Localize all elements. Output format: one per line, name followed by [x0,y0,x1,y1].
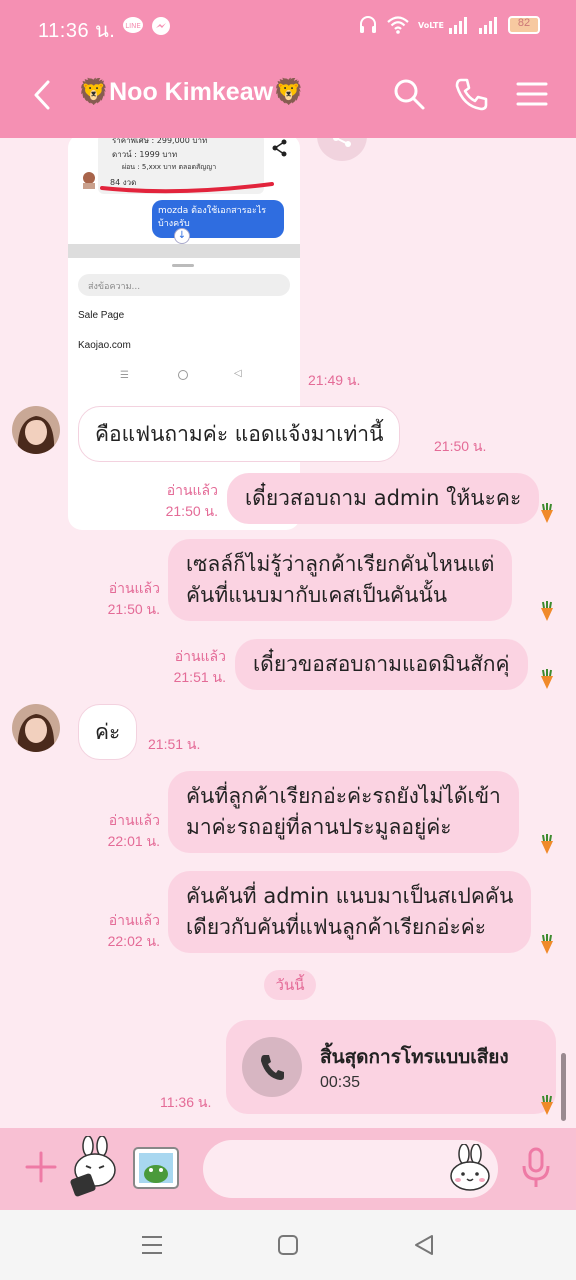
svg-text:LINE: LINE [125,22,141,30]
call-duration: 00:35 [320,1074,361,1091]
message-timestamp: 21:51 น. [173,669,226,685]
scrollbar[interactable] [561,1053,566,1121]
read-receipt: อ่านแล้ว 21:50 น. [150,480,218,522]
voice-call-ended-card[interactable]: สิ้นสุดการโทรแบบเสียง 00:35 [226,1020,556,1114]
carrot-sticker-icon [541,934,553,954]
outgoing-message-bubble[interactable]: เดี๋ยวขอสอบถามแอดมินสักคุ่ [235,639,528,690]
home-icon[interactable] [274,1232,302,1258]
share-button-icon[interactable] [316,138,368,162]
image-avatar-icon [83,172,95,189]
message-timestamp: 22:02 น. [107,933,160,949]
message-timestamp: 21:51 น. [148,736,201,752]
chat-header: 🦁Noo Kimkeaw🦁 [0,52,576,138]
read-receipt: อ่านแล้ว 21:51 น. [158,646,226,688]
volte-indicator: VoLTE [418,20,444,30]
incoming-message-bubble[interactable]: คือแฟนถามค่ะ แอดแจ้งมาเท่านี้ [78,406,401,462]
message-line: คันที่ลูกค้าเรียกอ่ะค่ะรถยังไม่ได้เข้า [186,784,501,808]
line-app-notification-icon: LINE [123,17,143,33]
message-timestamp: 21:50 น. [165,503,218,519]
image-menu-kaojao: Kaojao.com [78,340,131,351]
search-icon[interactable] [391,76,427,112]
message-timestamp: 21:50 น. [434,438,487,454]
headphones-icon [360,16,376,33]
read-receipt: อ่านแล้ว 22:01 น. [92,810,160,852]
signal-strength-2-icon [479,17,497,34]
image-timestamp: 21:49 น. [308,372,361,388]
messenger-notification-icon [152,17,170,35]
message-line: เซลล์ก็ไม่รู้ว่าลูกค้าเรียกคันไหนแต่ [186,552,495,576]
read-label: อ่านแล้ว [108,912,160,928]
contact-avatar[interactable] [12,704,60,752]
sticker-bunny-icon[interactable] [68,1136,122,1198]
message-line: มาค่ะรถอยู่ที่ลานประมูลอยู่ค่ะ [186,815,452,839]
menu-icon[interactable] [514,76,550,112]
carrot-sticker-icon [541,601,553,621]
read-label: อ่านแล้ว [166,482,218,498]
plus-icon[interactable] [24,1150,58,1184]
image-nav-back-icon: ◁ [234,368,242,379]
chat-title: 🦁Noo Kimkeaw🦁 [78,78,305,106]
carrot-sticker-icon [541,669,553,689]
call-timestamp: 11:36 น. [160,1094,212,1110]
image-price-line: ราคาพิเศษ : 299,000 บาท [112,138,208,145]
wifi-icon [387,16,409,34]
message-line: คันที่แนบมากับเคสเป็นคันนั้น [186,583,448,607]
phone-call-icon[interactable] [453,76,489,112]
message-input-bar [0,1128,576,1210]
incoming-message-bubble[interactable]: ค่ะ [78,704,138,760]
read-receipt: อ่านแล้ว 21:50 น. [92,578,160,620]
phone-icon [261,1055,284,1080]
read-label: อ่านแล้ว [108,812,160,828]
carrot-sticker-icon [541,503,553,523]
status-icons: VoLTE 82 [358,14,540,36]
microphone-icon[interactable] [520,1146,552,1190]
chat-area[interactable]: ราคาพิเศษ : 299,000 บาท ดาวน์ : 1999 บาท… [0,138,576,1128]
red-underline-mark [100,182,274,194]
battery-icon: 82 [508,16,540,34]
image-nav-home-icon [178,370,188,380]
contact-photo [12,406,60,454]
image-nav-menu-icon: ☰ [120,370,129,381]
message-line: คันคันที่ admin แนบมาเป็นสเปคคัน [186,884,514,908]
status-time: 11:36 น. [38,20,116,42]
contact-photo [12,704,60,752]
outgoing-message-bubble[interactable]: เซลล์ก็ไม่รู้ว่าลูกค้าเรียกคันไหนแต่ คัน… [168,539,513,621]
recent-apps-icon[interactable] [138,1232,166,1258]
image-installment-line: ผ่อน : 5,xxx บาท ตลอดสัญญา [122,163,217,171]
outgoing-message-bubble[interactable]: คันที่ลูกค้าเรียกอ่ะค่ะรถยังไม่ได้เข้า ม… [168,771,519,853]
date-divider: วันนี้ [264,970,316,1000]
image-down-line: ดาวน์ : 1999 บาท [112,150,178,159]
read-label: อ่านแล้ว [108,580,160,596]
shared-image-message[interactable]: ราคาพิเศษ : 299,000 บาท ดาวน์ : 1999 บาท… [68,138,300,530]
outgoing-message-bubble[interactable]: เดี๋ยวสอบถาม admin ให้นะคะ [227,473,540,524]
image-menu-sale-page: Sale Page [78,310,125,321]
emoji-bunny-icon[interactable] [448,1144,492,1192]
sticker-photo-icon[interactable] [132,1144,182,1194]
call-icon-circle [242,1037,302,1097]
carrot-sticker-icon [541,834,553,854]
call-title: สิ้นสุดการโทรแบบเสียง [320,1046,509,1068]
image-share-icon [272,139,287,157]
contact-avatar[interactable] [12,406,60,454]
message-line: เดียวกับคันที่แฟนลูกค้าเรียกอ่ะค่ะ [186,915,487,939]
back-arrow-icon[interactable] [28,78,58,112]
signal-strength-icon [449,17,467,34]
message-timestamp: 22:01 น. [107,833,160,849]
image-down-arrow-icon: ↓ [174,228,190,244]
read-label: อ่านแล้ว [174,648,226,664]
message-timestamp: 21:50 น. [107,601,160,617]
back-nav-icon[interactable] [410,1232,438,1258]
outgoing-message-bubble[interactable]: คันคันที่ admin แนบมาเป็นสเปคคัน เดียวกั… [168,871,532,953]
read-receipt: อ่านแล้ว 22:02 น. [92,910,160,952]
battery-level: 82 [517,17,531,29]
status-bar: 11:36 น. LINE VoLTE 82 [0,0,576,52]
image-blue-bubble: mozda ต้องใช้เอกสารอะไรบ้างครับ [152,200,284,238]
carrot-sticker-icon [541,1095,553,1115]
image-input-placeholder: ส่งข้อความ... [78,274,290,296]
system-nav-bar [0,1210,576,1280]
